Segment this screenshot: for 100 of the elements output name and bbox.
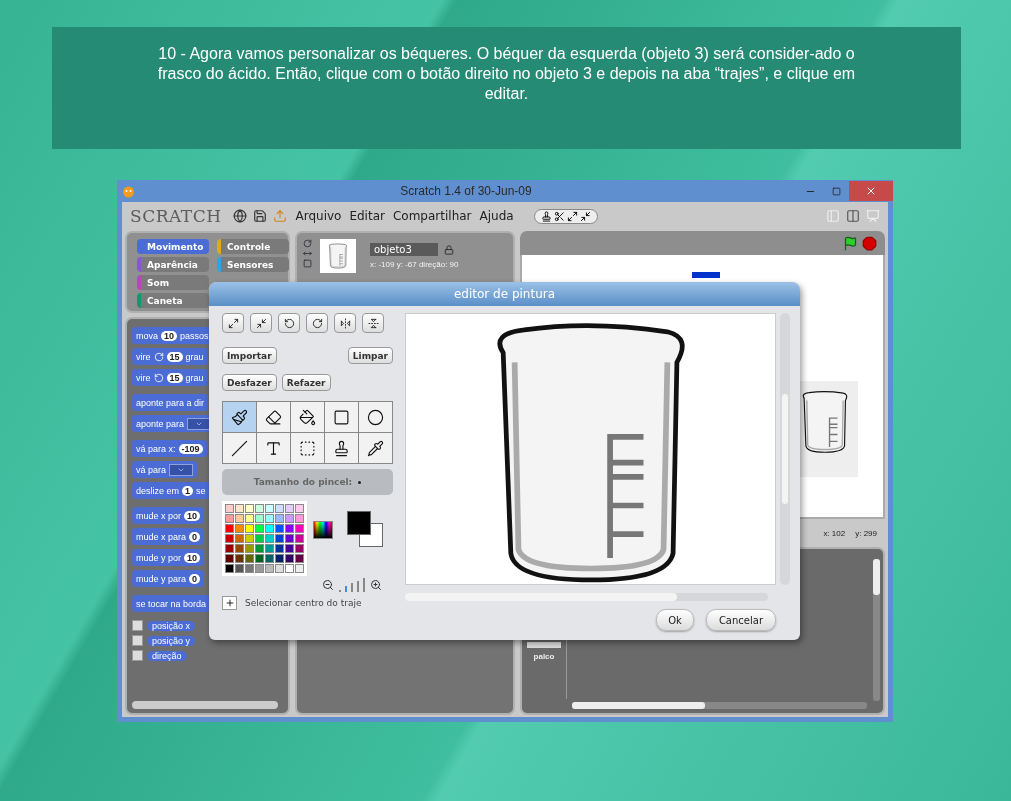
color-spectrum[interactable]	[313, 521, 333, 539]
color-swatch[interactable]	[295, 504, 304, 513]
color-swatch[interactable]	[255, 514, 264, 523]
reporter-block[interactable]: direção	[147, 650, 187, 661]
color-swatch[interactable]	[225, 544, 234, 553]
number-input[interactable]: 0	[189, 573, 201, 584]
color-swatch[interactable]	[275, 534, 284, 543]
color-swatch[interactable]	[285, 544, 294, 553]
menu-item[interactable]: Editar	[349, 209, 385, 223]
color-swatch[interactable]	[275, 524, 284, 533]
color-swatch[interactable]	[285, 534, 294, 543]
text-tool-tool[interactable]	[257, 433, 290, 463]
motion-block[interactable]: mude x por 10	[132, 507, 205, 524]
color-swatch[interactable]	[275, 544, 284, 553]
color-swatch[interactable]	[265, 534, 274, 543]
color-swatch[interactable]	[275, 564, 284, 573]
selection-tool[interactable]	[291, 433, 324, 463]
rectangle-tool[interactable]	[325, 402, 358, 432]
redo-button[interactable]: Refazer	[281, 374, 331, 391]
paintbrush-tool[interactable]	[223, 402, 256, 432]
color-swatch[interactable]	[235, 514, 244, 523]
color-swatch[interactable]	[235, 564, 244, 573]
rotate-left-button[interactable]	[278, 313, 300, 333]
motion-block[interactable]: vá para x: -109	[132, 440, 207, 457]
color-swatch[interactable]	[225, 514, 234, 523]
color-swatch[interactable]	[225, 534, 234, 543]
number-input[interactable]: 1	[182, 485, 194, 496]
color-swatch[interactable]	[255, 544, 264, 553]
color-swatch[interactable]	[255, 504, 264, 513]
category-button[interactable]: Sensores	[217, 257, 289, 272]
color-swatch[interactable]	[285, 554, 294, 563]
color-swatch[interactable]	[245, 524, 254, 533]
dropdown-field[interactable]	[187, 417, 212, 430]
color-swatch[interactable]	[295, 534, 304, 543]
color-swatch[interactable]	[285, 504, 294, 513]
cancel-button[interactable]: Cancelar	[705, 609, 776, 631]
number-input[interactable]: 15	[166, 372, 183, 383]
drawing-canvas[interactable]	[405, 313, 776, 585]
motion-block[interactable]: vá para	[132, 461, 198, 478]
category-button[interactable]: Som	[137, 275, 209, 290]
color-swatch[interactable]	[225, 554, 234, 563]
color-swatch[interactable]	[295, 524, 304, 533]
color-swatch[interactable]	[285, 524, 294, 533]
color-swatch[interactable]	[245, 554, 254, 563]
motion-block[interactable]: mude y por 10	[132, 549, 205, 566]
checkbox[interactable]	[132, 635, 143, 646]
set-center-button[interactable]	[222, 596, 237, 610]
sprite-name-field[interactable]: objeto3	[370, 243, 438, 256]
stamp-tool[interactable]	[325, 433, 358, 463]
number-input[interactable]: 0	[189, 531, 201, 542]
number-input[interactable]: 10	[161, 330, 178, 341]
motion-block[interactable]: mude x para 0	[132, 528, 205, 545]
scrollbar[interactable]	[132, 701, 278, 709]
menu-item[interactable]: Ajuda	[479, 209, 514, 223]
motion-block[interactable]: mude y para 0	[132, 570, 205, 587]
eyedropper-tool[interactable]	[359, 433, 392, 463]
reporter-block[interactable]: posição x	[147, 620, 196, 631]
reporter-block[interactable]: posição y	[147, 635, 196, 646]
brush-size-dot[interactable]	[358, 480, 362, 484]
color-swatch[interactable]	[265, 524, 274, 533]
shrink-button[interactable]	[250, 313, 272, 333]
color-swatch[interactable]	[275, 504, 284, 513]
color-swatch[interactable]	[265, 564, 274, 573]
color-swatch[interactable]	[295, 514, 304, 523]
motion-block[interactable]: vire 15 grau	[132, 348, 208, 365]
color-swatch[interactable]	[275, 514, 284, 523]
color-swatch[interactable]	[255, 564, 264, 573]
category-button[interactable]: Aparência	[137, 257, 209, 272]
category-button[interactable]: Controle	[217, 239, 289, 254]
clear-button[interactable]: Limpar	[347, 347, 393, 364]
color-swatch[interactable]	[295, 564, 304, 573]
color-swatch[interactable]	[225, 524, 234, 533]
checkbox[interactable]	[132, 620, 143, 631]
color-swatch[interactable]	[265, 544, 274, 553]
color-swatch[interactable]	[235, 534, 244, 543]
color-swatch[interactable]	[295, 554, 304, 563]
checkbox[interactable]	[132, 650, 143, 661]
color-swatch[interactable]	[255, 554, 264, 563]
foreground-color[interactable]	[347, 511, 371, 535]
color-swatch[interactable]	[245, 564, 254, 573]
undo-button[interactable]: Desfazer	[222, 374, 277, 391]
color-swatch[interactable]	[245, 504, 254, 513]
flip-horizontal-button[interactable]	[334, 313, 356, 333]
color-swatch[interactable]	[265, 514, 274, 523]
category-button[interactable]: Caneta	[137, 293, 209, 308]
number-input[interactable]: 15	[166, 351, 183, 362]
color-swatch[interactable]	[255, 524, 264, 533]
color-swatch[interactable]	[225, 504, 234, 513]
color-swatch[interactable]	[235, 524, 244, 533]
import-button[interactable]: Importar	[222, 347, 277, 364]
grow-button[interactable]	[222, 313, 244, 333]
motion-block[interactable]: aponte para a dir	[132, 394, 209, 411]
color-swatch[interactable]	[265, 554, 274, 563]
eraser-tool[interactable]	[257, 402, 290, 432]
paint-bucket-tool[interactable]	[291, 402, 324, 432]
color-swatch[interactable]	[265, 504, 274, 513]
color-swatch[interactable]	[275, 554, 284, 563]
color-swatch[interactable]	[225, 564, 234, 573]
scrollbar[interactable]	[873, 559, 880, 701]
motion-block[interactable]: deslize em 1 se	[132, 482, 210, 499]
